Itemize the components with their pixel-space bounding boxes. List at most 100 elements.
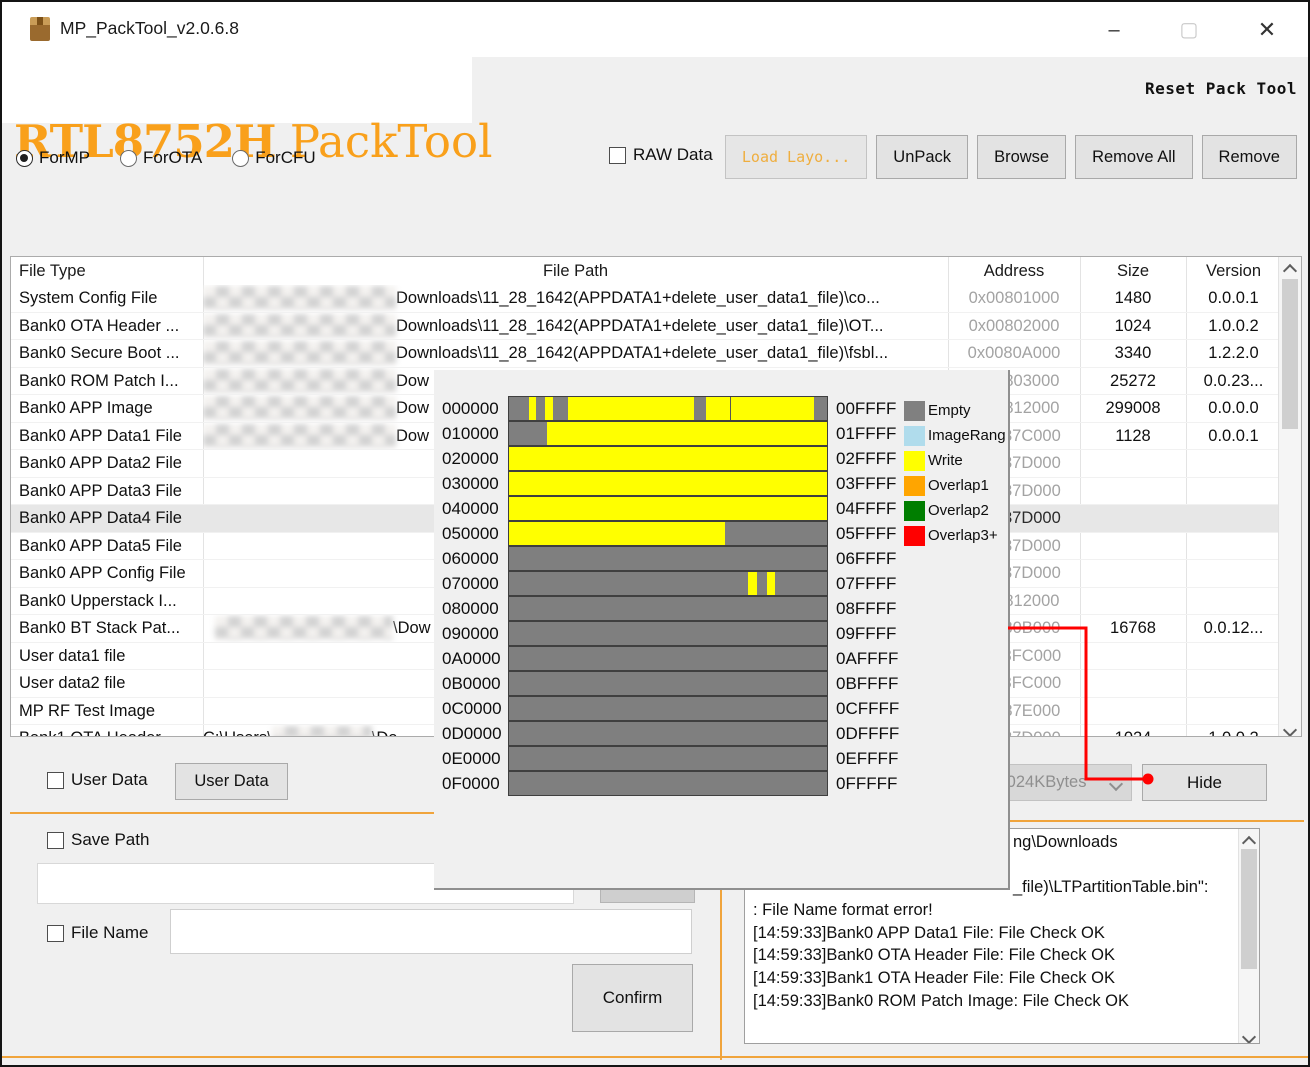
- legend-label: Overlap3+: [928, 527, 998, 544]
- user-data-checkbox[interactable]: [47, 772, 64, 789]
- map-end-address: 01FFFF: [836, 424, 896, 444]
- size-cell: [1080, 560, 1186, 587]
- memory-map-popup: 00000000FFFF01000001FFFF02000002FFFF0300…: [434, 370, 1010, 890]
- legend-swatch-write: [904, 451, 925, 471]
- scroll-down-icon[interactable]: [1279, 716, 1301, 736]
- scrollbar-thumb[interactable]: [1282, 279, 1298, 429]
- map-start-address: 0F0000: [442, 774, 508, 794]
- mode-radio-forcfu[interactable]: ForCFU: [232, 148, 315, 168]
- path-text: C:\Users\: [203, 725, 272, 737]
- close-icon[interactable]: ✕: [1250, 16, 1284, 44]
- redacted-path-blur: [272, 726, 372, 737]
- hide-button[interactable]: Hide: [1142, 764, 1267, 801]
- logo-block: RTL8752H PackTool: [2, 57, 472, 123]
- browse-button[interactable]: Browse: [977, 135, 1066, 179]
- col-size[interactable]: Size: [1080, 257, 1186, 285]
- mode-radio-formp[interactable]: ForMP: [16, 148, 90, 168]
- table-scrollbar[interactable]: [1278, 257, 1301, 736]
- size-cell: [1080, 478, 1186, 505]
- chevron-down-icon: [1109, 777, 1123, 791]
- user-data-button[interactable]: User Data: [175, 763, 288, 800]
- file-type-cell: Bank1 OTA Header ...: [19, 725, 201, 737]
- file-type-cell: Bank0 APP Data5 File: [19, 533, 201, 560]
- map-end-address: 0DFFFF: [836, 724, 899, 744]
- col-file-path[interactable]: File Path: [203, 257, 948, 285]
- map-bar: [508, 396, 828, 421]
- legend-item: ImageRang: [904, 423, 1006, 448]
- scroll-up-icon[interactable]: [1279, 257, 1301, 277]
- map-start-address: 070000: [442, 574, 508, 594]
- mode-radio-forota[interactable]: ForOTA: [120, 148, 202, 168]
- map-end-address: 00FFFF: [836, 399, 896, 419]
- map-end-address: 05FFFF: [836, 524, 896, 544]
- memory-map-row: 0C00000CFFFF: [442, 696, 899, 721]
- reset-pack-tool-link[interactable]: Reset Pack Tool: [1145, 79, 1297, 98]
- version-cell: [1186, 478, 1281, 505]
- col-version[interactable]: Version: [1186, 257, 1281, 285]
- col-address[interactable]: Address: [948, 257, 1080, 285]
- legend-label: ImageRang: [928, 427, 1006, 444]
- table-row[interactable]: System Config FileDownloads\11_28_1642(A…: [11, 285, 1281, 313]
- map-segment-e: [509, 597, 827, 620]
- version-cell: [1186, 450, 1281, 477]
- legend-label: Overlap1: [928, 477, 989, 494]
- size-cell: [1080, 670, 1186, 697]
- map-start-address: 080000: [442, 599, 508, 619]
- version-cell: 1.0.0.2: [1186, 725, 1281, 737]
- mode-label: ForCFU: [255, 148, 315, 168]
- table-row[interactable]: Bank0 OTA Header ...Downloads\11_28_1642…: [11, 313, 1281, 341]
- remove-button[interactable]: Remove: [1202, 135, 1297, 179]
- table-row[interactable]: Bank0 Secure Boot ...Downloads\11_28_164…: [11, 340, 1281, 368]
- size-cell: [1080, 533, 1186, 560]
- path-text: \Do: [372, 725, 398, 737]
- file-type-cell: MP RF Test Image: [19, 698, 201, 725]
- log-line: [14:59:33]Bank1 OTA Header File: File Ch…: [753, 967, 1223, 990]
- size-cell: [1080, 643, 1186, 670]
- version-cell: 1.0.0.2: [1186, 313, 1281, 340]
- log-line: [14:59:33]Bank0 ROM Patch Image: File Ch…: [753, 990, 1223, 1013]
- legend-label: Write: [928, 452, 963, 469]
- path-text: Dow: [396, 368, 429, 395]
- legend-swatch-imagerang: [904, 426, 925, 446]
- minimize-icon[interactable]: –: [1097, 16, 1131, 44]
- map-bar: [508, 571, 828, 596]
- map-bar: [508, 596, 828, 621]
- legend-item: Overlap1: [904, 473, 1006, 498]
- map-segment-w: [509, 497, 827, 520]
- scrollbar-thumb[interactable]: [1241, 849, 1257, 969]
- save-path-checkbox[interactable]: [47, 832, 64, 849]
- file-path-cell: Downloads\11_28_1642(APPDATA1+delete_use…: [203, 285, 948, 312]
- log-scrollbar[interactable]: [1238, 829, 1259, 1043]
- map-start-address: 0B0000: [442, 674, 508, 694]
- raw-data-row: RAW Data: [609, 145, 713, 165]
- address-cell: 0x0080A000: [948, 340, 1080, 367]
- radio-icon: [120, 150, 137, 167]
- confirm-button[interactable]: Confirm: [572, 964, 693, 1032]
- redacted-path-blur: [203, 424, 396, 448]
- remove-all-button[interactable]: Remove All: [1075, 135, 1192, 179]
- unpack-button[interactable]: UnPack: [876, 135, 968, 179]
- map-end-address: 08FFFF: [836, 599, 896, 619]
- scroll-down-icon[interactable]: [1239, 1023, 1259, 1043]
- memory-map-rows: 00000000FFFF01000001FFFF02000002FFFF0300…: [442, 396, 899, 796]
- map-end-address: 04FFFF: [836, 499, 896, 519]
- map-bar: [508, 546, 828, 571]
- user-data-label: User Data: [71, 770, 148, 790]
- version-cell: [1186, 505, 1281, 532]
- file-name-checkbox[interactable]: [47, 925, 64, 942]
- map-start-address: 090000: [442, 624, 508, 644]
- legend-label: Empty: [928, 402, 971, 419]
- map-segment-e: [775, 572, 827, 595]
- col-file-type[interactable]: File Type: [19, 257, 86, 285]
- mode-radio-group: ForMP ForOTA ForCFU: [16, 146, 316, 170]
- redacted-path-blur: [203, 314, 396, 338]
- scroll-up-icon[interactable]: [1239, 829, 1259, 849]
- map-segment-w: [545, 397, 553, 420]
- redacted-path-blur: [215, 616, 393, 640]
- radio-icon: [16, 150, 33, 167]
- file-name-input[interactable]: [170, 909, 692, 954]
- raw-data-checkbox[interactable]: [609, 147, 626, 164]
- mode-label: ForMP: [39, 148, 90, 168]
- version-cell: [1186, 533, 1281, 560]
- size-cell: [1080, 505, 1186, 532]
